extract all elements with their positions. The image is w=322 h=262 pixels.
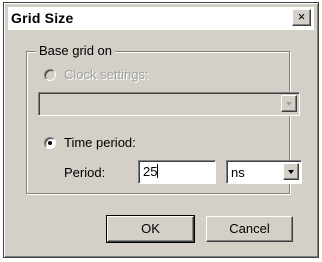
chevron-down-icon — [286, 102, 292, 106]
unit-select[interactable]: ns — [226, 160, 302, 184]
time-period-label[interactable]: Time period: — [64, 135, 136, 150]
window-title: Grid Size — [11, 10, 74, 26]
unit-dropdown-button[interactable] — [283, 163, 299, 180]
time-period-option[interactable]: Time period: — [44, 135, 136, 150]
period-input[interactable]: 25 — [138, 160, 216, 184]
period-label: Period: — [64, 165, 106, 180]
group-legend: Base grid on — [36, 43, 115, 58]
close-button[interactable]: × — [292, 9, 311, 26]
clock-settings-option: Clock settings: — [44, 67, 149, 82]
clock-settings-dropdown-button — [281, 95, 297, 112]
clock-settings-radio — [44, 68, 56, 81]
chevron-down-icon — [288, 170, 294, 174]
ok-button[interactable]: OK — [106, 215, 195, 243]
radio-selected-dot — [48, 140, 52, 145]
title-bar[interactable]: Grid Size × — [8, 7, 314, 30]
period-value: 25 — [143, 164, 158, 179]
text-caret — [157, 164, 159, 178]
unit-value: ns — [231, 165, 245, 180]
time-period-radio[interactable] — [44, 136, 56, 149]
clock-settings-label: Clock settings: — [64, 67, 149, 82]
cancel-button[interactable]: Cancel — [206, 216, 293, 242]
clock-settings-combo — [38, 92, 300, 116]
close-icon: × — [297, 9, 306, 24]
